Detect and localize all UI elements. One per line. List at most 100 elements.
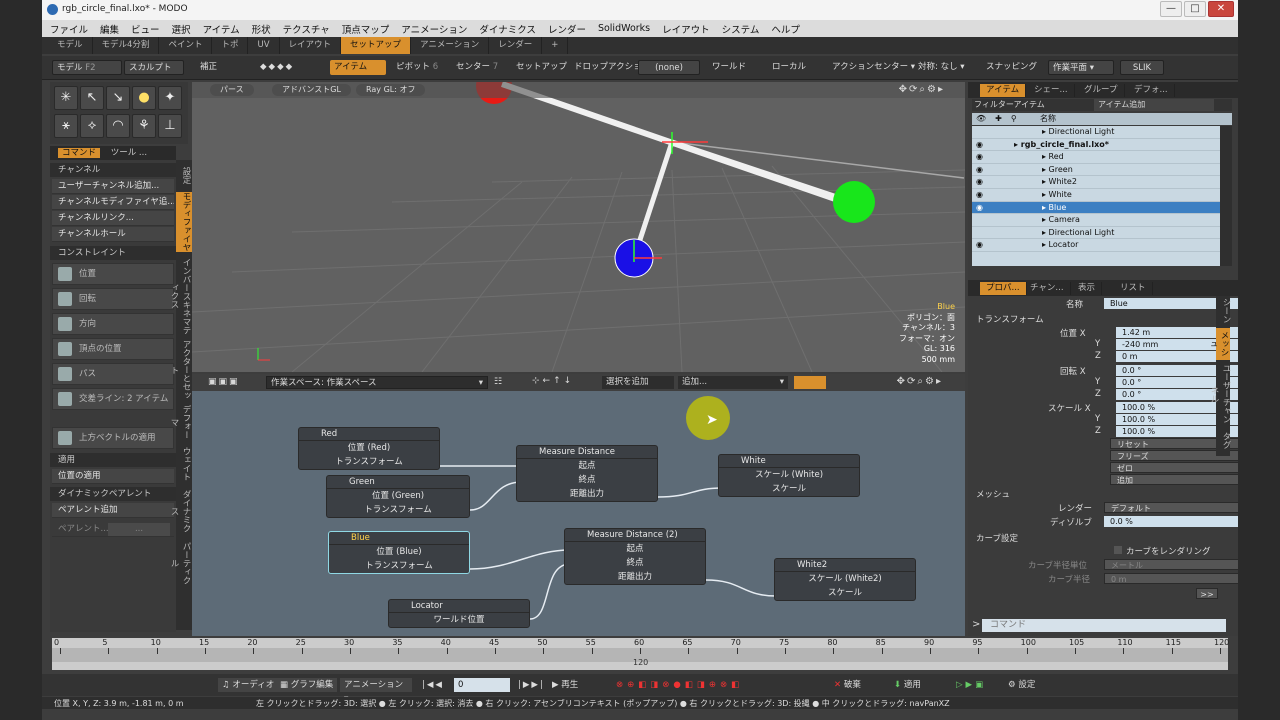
center-button[interactable]: センター 7 — [452, 60, 502, 75]
node-white2-scale-in[interactable]: スケール — [775, 586, 915, 600]
node-measure-distance-2[interactable]: Measure Distance (2) 起点 終点 距離出力 — [564, 528, 706, 585]
menu-item[interactable]: アイテム — [203, 22, 240, 36]
constraint-intersect-button[interactable]: 交差ライン: 2 アイテム — [52, 388, 174, 410]
node-red-transform[interactable]: トランスフォーム — [299, 455, 439, 469]
visibility-eye-icon[interactable]: ◉ — [976, 189, 986, 202]
render-select[interactable]: デフォルト — [1104, 502, 1238, 513]
advanced-gl-button[interactable]: アドバンストGL — [272, 84, 351, 96]
node-green-position[interactable]: 位置 (Green) — [327, 489, 469, 503]
setup-button[interactable]: セットアップ — [512, 60, 571, 75]
timeline[interactable]: 0 5 10 15 20 25 30 35 40 45 50 55 60 65 70 75 80 85 90 95 10… — [52, 638, 1229, 670]
node-md1-title[interactable]: Measure Distance — [517, 446, 657, 459]
visibility-eye-icon[interactable]: ◉ — [976, 139, 986, 152]
discard-button[interactable]: ✕ 破棄 — [830, 678, 865, 692]
tree-row[interactable]: ◉ ▸ rgb_circle_final.lxo* — [972, 139, 1220, 152]
section-dynamic-parent[interactable]: ダイナミックペアレント — [50, 487, 176, 501]
node-md1-out[interactable]: 距離出力 — [517, 487, 657, 501]
tab-model-quad[interactable]: モデル4分割 — [93, 37, 160, 54]
node-green[interactable]: Green 位置 (Green) トランスフォーム — [326, 475, 470, 518]
node-md2-title[interactable]: Measure Distance (2) — [565, 529, 705, 542]
tab-items[interactable]: アイテム — [980, 84, 1027, 97]
key-tool-icons[interactable]: ⊗⊕◧◨⊗●◧◨⊕⊗◧ — [612, 678, 747, 692]
menu-geometry[interactable]: 形状 — [252, 22, 271, 36]
node-blue-title[interactable]: Blue — [329, 532, 469, 545]
playback-icons[interactable]: ▷▶▣ — [952, 678, 990, 692]
pivot-button[interactable]: ピボット 6 — [392, 60, 442, 75]
vtab-deformer[interactable]: デフォーマ — [169, 402, 192, 442]
menu-animation[interactable]: アニメーション — [401, 22, 467, 36]
node-green-title[interactable]: Green — [327, 476, 469, 489]
vtab-weight[interactable]: ウェイト — [176, 444, 192, 484]
model-mode-button[interactable]: モデル F2 — [52, 60, 122, 75]
light-icon[interactable]: ● — [132, 86, 156, 110]
node-measure-distance[interactable]: Measure Distance 起点 終点 距離出力 — [516, 445, 658, 502]
node-blue-position[interactable]: 位置 (Blue) — [329, 545, 469, 559]
node-white2-scale[interactable]: スケール (White2) — [775, 572, 915, 586]
perspective-button[interactable]: パース — [210, 84, 254, 96]
side-tab-user-channel[interactable]: ユーザーチャンネル — [1209, 362, 1232, 426]
tree-row[interactable]: ◉ ▸ White — [972, 189, 1220, 202]
node-white-scale[interactable]: スケール (White) — [719, 468, 859, 482]
node-red[interactable]: Red 位置 (Red) トランスフォーム — [298, 427, 440, 470]
tab-groups[interactable]: グループ — [1078, 84, 1125, 97]
tree-row[interactable]: ▸ Camera — [972, 214, 1220, 227]
action-center-menu[interactable]: アクションセンター ▾ — [828, 60, 919, 75]
filter-items-select[interactable]: フィルターアイテム — [974, 99, 1045, 111]
add-item-select[interactable]: アイテム追加 — [1094, 99, 1214, 111]
curve-radius-unit-select[interactable]: メートル — [1104, 559, 1238, 570]
symmetry-menu[interactable]: 対称: なし ▾ — [914, 60, 969, 75]
tree-row[interactable]: ◉ ▸ Red — [972, 151, 1220, 164]
add-parent-button[interactable]: ペアレント追加 — [52, 503, 174, 518]
joint-icon[interactable]: ⚘ — [132, 114, 156, 138]
menu-help[interactable]: ヘルプ — [771, 22, 800, 36]
side-tab-mesh[interactable]: メッシュ — [1207, 328, 1230, 360]
node-md2-start[interactable]: 起点 — [565, 542, 705, 556]
audio-button[interactable]: ♫ オーディオ — [218, 678, 279, 692]
vtab-actor[interactable]: アクターとセット — [169, 340, 192, 400]
column-name[interactable]: 名称 — [1040, 113, 1056, 125]
tree-row[interactable]: ◉ ▸ Locator — [972, 239, 1220, 252]
tree-row[interactable]: ▸ Directional Light — [972, 227, 1220, 240]
skip-start-buttons[interactable]: |◀◀ — [418, 678, 448, 692]
tab-properties[interactable]: プロパ... — [980, 282, 1027, 295]
menu-vertex-map[interactable]: 頂点マップ — [342, 22, 390, 36]
dissolve-field[interactable]: 0.0 % — [1104, 516, 1238, 527]
tab-uv[interactable]: UV — [248, 37, 280, 54]
parent-select[interactable]: ... — [108, 523, 170, 536]
ik-icon[interactable]: ⟡ — [80, 114, 104, 138]
sculpt-mode-button[interactable]: スカルプト — [124, 60, 184, 75]
schematic-view[interactable]: ▣▣▣ 作業スペース: 作業スペース ▾ ☷ ⊹←↑↓ 選択を追加 追加... ▾… — [192, 374, 965, 636]
node-locator-title[interactable]: Locator — [389, 600, 529, 613]
ray-gl-button[interactable]: Ray GL: オフ — [356, 84, 426, 96]
node-locator[interactable]: Locator ワールド位置 — [388, 599, 530, 628]
snapping-button[interactable]: スナッピング — [982, 60, 1041, 75]
local-button[interactable]: ローカル — [768, 60, 810, 75]
more-properties-button[interactable]: >> — [1196, 588, 1218, 599]
play-button[interactable]: ▶ 再生 — [548, 678, 582, 692]
menu-render[interactable]: レンダー — [548, 22, 586, 36]
command-input[interactable]: コマンド — [982, 619, 1226, 632]
settings-button[interactable]: ⚙ 設定 — [1004, 678, 1039, 692]
section-curve[interactable]: カーブ設定 — [976, 532, 1018, 544]
null-icon[interactable]: ✳ — [54, 86, 78, 110]
tree-row[interactable]: ◉ ▸ White2 — [972, 176, 1220, 189]
node-green-transform[interactable]: トランスフォーム — [327, 503, 469, 517]
add-menu[interactable]: 追加 — [1110, 474, 1238, 485]
node-white-title[interactable]: White — [719, 455, 859, 468]
camera-icon[interactable]: ✦ — [158, 86, 182, 110]
world-button[interactable]: ワールド — [708, 60, 750, 75]
tab-command[interactable]: コマンド — [58, 148, 101, 158]
node-md1-start[interactable]: 起点 — [517, 459, 657, 473]
white-bar[interactable] — [671, 139, 853, 205]
animation-mode-select[interactable]: アニメーション ▾ — [340, 678, 412, 704]
3d-viewport[interactable]: パース アドバンストGL Ray GL: オフ ✥⟳⌕⚙▸ Blue ポリゴン：… — [192, 82, 965, 372]
graph-editor-button[interactable]: ▦ グラフ編集 — [276, 678, 338, 692]
vtab-settings[interactable]: 設定 — [176, 160, 192, 190]
minimize-button[interactable]: — — [1160, 1, 1182, 17]
skip-end-buttons[interactable]: |▶▶| — [514, 678, 549, 692]
node-white2[interactable]: White2 スケール (White2) スケール — [774, 558, 916, 601]
menu-solidworks[interactable]: SolidWorks — [598, 23, 650, 34]
menu-dynamics[interactable]: ダイナミクス — [479, 22, 536, 36]
apply-position-button[interactable]: 位置の適用 — [52, 469, 174, 484]
viewport-nav-icons[interactable]: ✥⟳⌕⚙▸ — [899, 84, 945, 95]
